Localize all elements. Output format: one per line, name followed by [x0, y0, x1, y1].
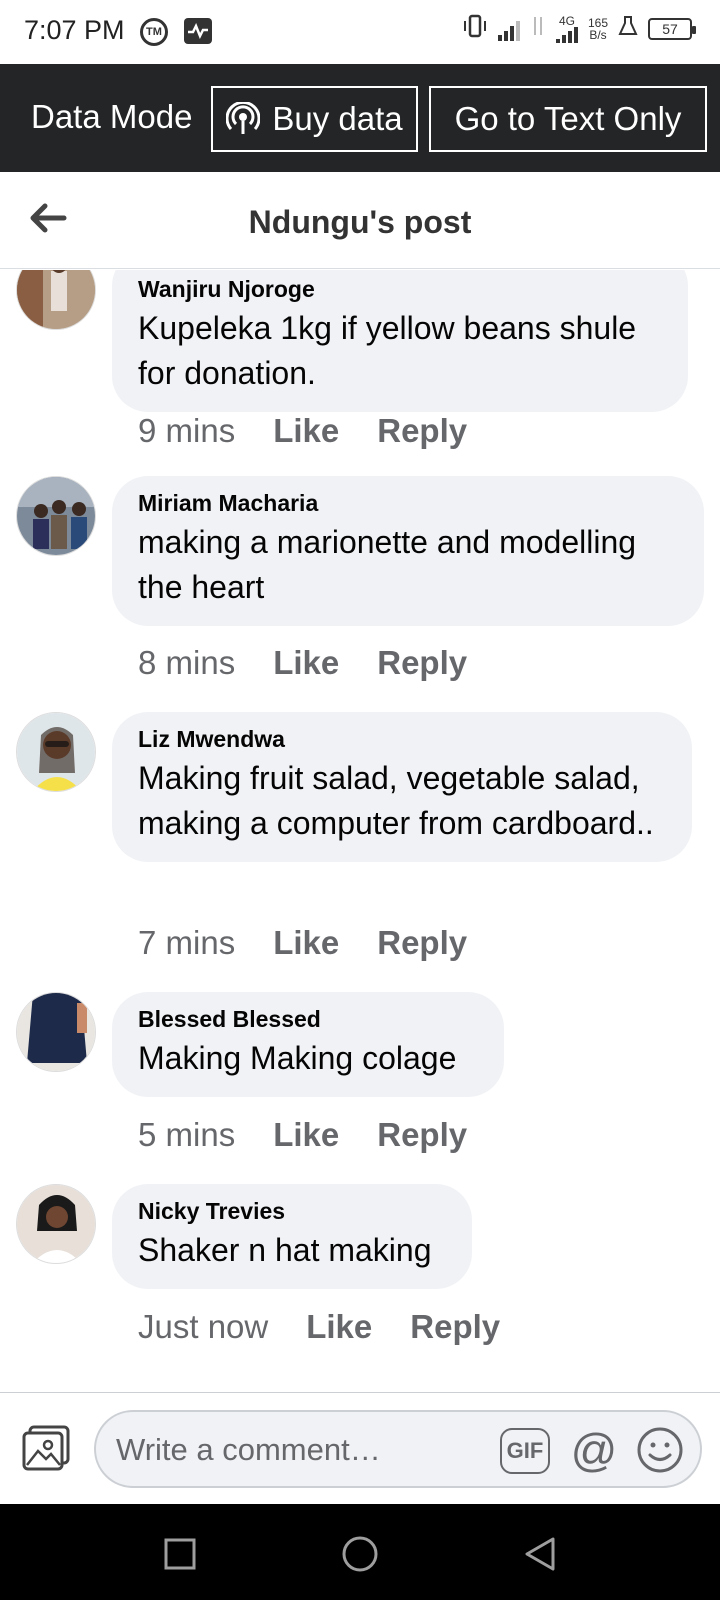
status-time: 7:07 PM	[24, 15, 125, 45]
comment-text: Making fruit salad, vegetable salad, mak…	[138, 760, 654, 841]
comment-bubble[interactable]: Wanjiru Njoroge Kupeleka 1kg if yellow b…	[112, 270, 688, 412]
smiley-icon	[637, 1427, 683, 1473]
avatar[interactable]	[16, 712, 96, 792]
comment-author[interactable]: Liz Mwendwa	[138, 724, 666, 754]
status-indicators: 4G 165 B/s 57	[462, 13, 696, 43]
avatar[interactable]	[16, 476, 96, 556]
like-button[interactable]: Like	[273, 412, 339, 450]
recents-button[interactable]	[160, 1534, 200, 1574]
mention-button[interactable]: @	[568, 1424, 620, 1476]
comment-list: Wanjiru Njoroge Kupeleka 1kg if yellow b…	[0, 270, 720, 1392]
data-mode-label: Data Mode	[31, 98, 193, 135]
avatar[interactable]	[16, 270, 96, 330]
comment-meta: Just now Like Reply	[138, 1308, 500, 1346]
emoji-button[interactable]	[636, 1426, 684, 1474]
comment-text: making a marionette and modelling the he…	[138, 524, 637, 605]
avatar[interactable]	[16, 1184, 96, 1264]
page-title: Ndungu's post	[248, 204, 472, 240]
comment-text: Shaker n hat making	[138, 1232, 432, 1268]
reply-button[interactable]: Reply	[377, 644, 467, 682]
tm-notification-icon: TM	[140, 18, 168, 46]
like-button[interactable]: Like	[273, 644, 339, 682]
comment-author[interactable]: Nicky Trevies	[138, 1196, 446, 1226]
home-button[interactable]	[340, 1534, 380, 1574]
comment-time: 9 mins	[138, 412, 236, 449]
post-header: Ndungu's post	[0, 172, 720, 269]
battery-level: 57	[648, 17, 696, 40]
back-nav-button[interactable]	[520, 1534, 560, 1574]
comment-author[interactable]: Miriam Macharia	[138, 488, 678, 518]
comment-bubble[interactable]: Blessed Blessed Making Making colage	[112, 992, 504, 1097]
comment-input-container: GIF @	[94, 1410, 702, 1488]
comment-input[interactable]	[116, 1430, 476, 1470]
reply-button[interactable]: Reply	[410, 1308, 500, 1346]
square-icon	[164, 1538, 196, 1570]
comment-meta: 8 mins Like Reply	[138, 644, 467, 682]
comment-bubble[interactable]: Miriam Macharia making a marionette and …	[112, 476, 704, 626]
triangle-icon	[525, 1537, 555, 1571]
vibrate-icon	[462, 14, 488, 43]
comment-time: Just now	[138, 1308, 269, 1345]
system-nav-bar	[0, 1504, 720, 1600]
text-only-button[interactable]: Go to Text Only	[429, 86, 707, 152]
like-button[interactable]: Like	[273, 924, 339, 962]
avatar[interactable]	[16, 992, 96, 1072]
circle-icon	[342, 1536, 378, 1572]
like-button[interactable]: Like	[273, 1116, 339, 1154]
signal-strength-icon	[497, 17, 520, 41]
status-bar: 7:07 PM TM 4G 165 B/s 57	[0, 0, 720, 64]
buy-data-label: Buy data	[272, 100, 403, 137]
gif-button[interactable]: GIF	[500, 1428, 550, 1474]
comment-meta: 5 mins Like Reply	[138, 1116, 467, 1154]
net-speed-unit: B/s	[589, 27, 607, 42]
comment-time: 8 mins	[138, 644, 236, 681]
comment-bubble[interactable]: Liz Mwendwa Making fruit salad, vegetabl…	[112, 712, 692, 862]
data-mode-bar: Data Mode Buy data Go to Text Only	[0, 64, 720, 172]
flask-icon	[618, 15, 638, 42]
comment-time: 5 mins	[138, 1116, 236, 1153]
comment-author[interactable]: Wanjiru Njoroge	[138, 274, 662, 304]
comment-composer: GIF @	[0, 1392, 720, 1504]
comment-bubble[interactable]: Nicky Trevies Shaker n hat making	[112, 1184, 472, 1289]
comment-meta: 9 mins Like Reply	[138, 412, 467, 450]
signal-strength-2-icon	[555, 26, 578, 43]
add-photo-button[interactable]	[20, 1423, 72, 1473]
comment-text: Making Making colage	[138, 1040, 457, 1076]
net-speed-value: 165	[587, 15, 608, 30]
data-transfer-icon	[530, 14, 546, 43]
reply-button[interactable]: Reply	[377, 412, 467, 450]
activity-notification-icon	[184, 18, 212, 44]
comment-meta: 7 mins Like Reply	[138, 924, 467, 962]
wifi-broadcast-icon	[226, 102, 261, 134]
comment-text: Kupeleka 1kg if yellow beans shule for d…	[138, 310, 637, 391]
network-type: 4G	[558, 13, 575, 28]
photo-icon	[22, 1425, 70, 1471]
text-only-label: Go to Text Only	[454, 100, 682, 137]
like-button[interactable]: Like	[306, 1308, 372, 1346]
reply-button[interactable]: Reply	[377, 1116, 467, 1154]
comment-author[interactable]: Blessed Blessed	[138, 1004, 478, 1034]
comment-time: 7 mins	[138, 924, 236, 961]
reply-button[interactable]: Reply	[377, 924, 467, 962]
buy-data-button[interactable]: Buy data	[211, 86, 418, 152]
